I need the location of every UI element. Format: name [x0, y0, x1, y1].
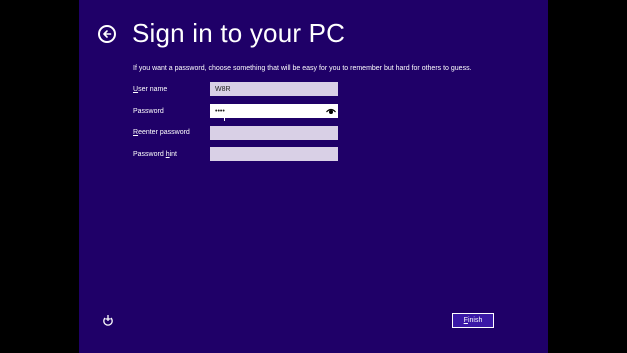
- reenter-password-field[interactable]: [210, 126, 338, 140]
- back-arrow-icon: [103, 30, 112, 38]
- text-cursor: [224, 116, 225, 121]
- reenter-password-label: Reenter password: [133, 129, 190, 136]
- username-field[interactable]: [210, 82, 338, 96]
- password-hint-field[interactable]: [210, 147, 338, 161]
- oobe-screen: Sign in to your PC If you want a passwor…: [79, 0, 548, 353]
- username-label-rest: ser name: [138, 86, 168, 93]
- password-field[interactable]: [210, 104, 338, 118]
- password-label: Password: [133, 108, 164, 115]
- page-title: Sign in to your PC: [132, 18, 346, 48]
- finish-button[interactable]: Finish: [452, 313, 494, 328]
- username-label: User name: [133, 86, 167, 93]
- eye-icon[interactable]: [326, 107, 336, 115]
- instructions-text: If you want a password, choose something…: [133, 65, 472, 72]
- hint-label-prefix: Password: [133, 151, 166, 158]
- password-hint-label: Password hint: [133, 151, 177, 158]
- hint-label-rest: int: [169, 151, 177, 158]
- reenter-label-rest: eenter password: [138, 129, 190, 136]
- back-button[interactable]: [98, 25, 116, 43]
- ease-of-access-icon[interactable]: [102, 314, 114, 326]
- finish-label-rest: inish: [467, 317, 483, 324]
